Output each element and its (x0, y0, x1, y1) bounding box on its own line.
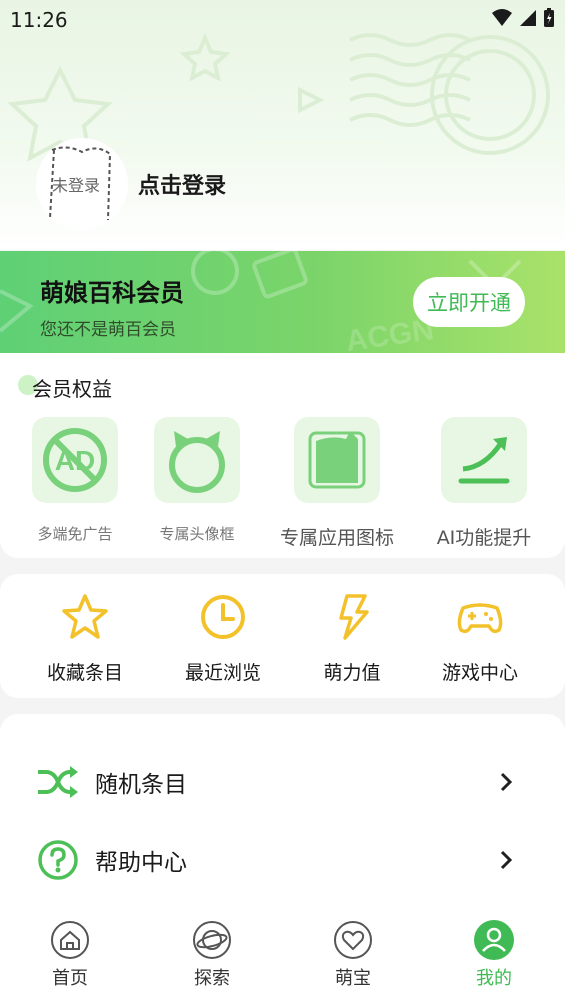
benefit-label: 专属头像框 (159, 525, 235, 543)
home-icon (51, 921, 89, 959)
menu-item-random[interactable]: 随机条目 (0, 752, 565, 812)
user-icon (474, 920, 514, 960)
quick-moe-points[interactable]: 萌力值 (297, 590, 407, 685)
benefit-ai-boost[interactable]: AI功能提升 (419, 417, 549, 550)
quick-label: 游戏中心 (441, 662, 518, 684)
open-membership-button[interactable]: 立即开通 (413, 277, 525, 327)
chevron-right-icon (500, 850, 513, 870)
bottom-nav: 首页 探索 萌宝 我的 (0, 908, 565, 1004)
chevron-right-icon (500, 772, 513, 792)
quick-actions-card: 收藏条目 最近浏览 萌力值 游戏中心 (0, 574, 565, 698)
quick-recent[interactable]: 最近浏览 (168, 590, 278, 685)
menu-item-help[interactable]: 帮助中心 (0, 830, 565, 890)
menu-label: 帮助中心 (95, 850, 187, 876)
quick-favorites[interactable]: 收藏条目 (30, 590, 140, 685)
quick-label: 萌力值 (323, 662, 381, 684)
avatar-frame-icon (169, 431, 225, 493)
quick-label: 收藏条目 (46, 662, 123, 684)
benefit-label: 多端免广告 (37, 525, 113, 543)
signal-icon (520, 10, 536, 26)
no-ads-icon: AD (43, 428, 107, 492)
profile-header: 11:26 未登录 点击登录 (0, 0, 565, 250)
membership-banner[interactable]: ACGN 萌娘百科会员 您还不是萌百会员 立即开通 (0, 251, 565, 353)
planet-icon (193, 921, 231, 959)
nav-label: 我的 (476, 968, 512, 989)
shuffle-icon (38, 766, 78, 798)
membership-title: 萌娘百科会员 (40, 279, 184, 307)
nav-explore[interactable]: 探索 (172, 918, 252, 990)
wifi-icon (492, 9, 512, 26)
heart-icon (334, 921, 372, 959)
star-icon (62, 594, 108, 639)
quick-label: 最近浏览 (184, 662, 261, 684)
quick-game-center[interactable]: 游戏中心 (425, 590, 535, 685)
nav-moebao[interactable]: 萌宝 (313, 918, 393, 990)
menu-label: 随机条目 (95, 772, 187, 798)
gamepad-icon (457, 603, 503, 634)
ai-boost-icon (458, 437, 510, 484)
nav-home[interactable]: 首页 (30, 918, 110, 990)
help-icon (38, 840, 78, 880)
benefit-avatar-frame[interactable]: 专属头像框 (132, 417, 262, 544)
nav-label: 萌宝 (335, 968, 371, 989)
member-benefits-card: 会员权益 AD 多端免广告 专属头像框 专属应用图标 (0, 353, 565, 558)
benefit-app-icon[interactable]: 专属应用图标 (272, 417, 402, 550)
avatar-label: 未登录 (52, 176, 101, 195)
clock-icon (201, 595, 245, 639)
benefit-label: 专属应用图标 (279, 527, 394, 549)
status-time: 11:26 (10, 8, 68, 32)
login-link[interactable]: 点击登录 (138, 168, 226, 200)
nav-mine[interactable]: 我的 (454, 918, 534, 990)
avatar[interactable]: 未登录 (36, 138, 128, 230)
nav-label: 探索 (194, 968, 230, 989)
benefit-no-ads[interactable]: AD 多端免广告 (10, 417, 140, 544)
status-bar: 11:26 (0, 0, 565, 40)
nav-label: 首页 (52, 968, 88, 989)
benefit-label: AI功能提升 (436, 527, 532, 549)
benefits-title: 会员权益 (32, 377, 112, 401)
battery-icon (544, 8, 554, 27)
app-icon-icon (308, 431, 366, 489)
membership-subtitle: 您还不是萌百会员 (40, 320, 176, 340)
lightning-icon (339, 594, 369, 640)
